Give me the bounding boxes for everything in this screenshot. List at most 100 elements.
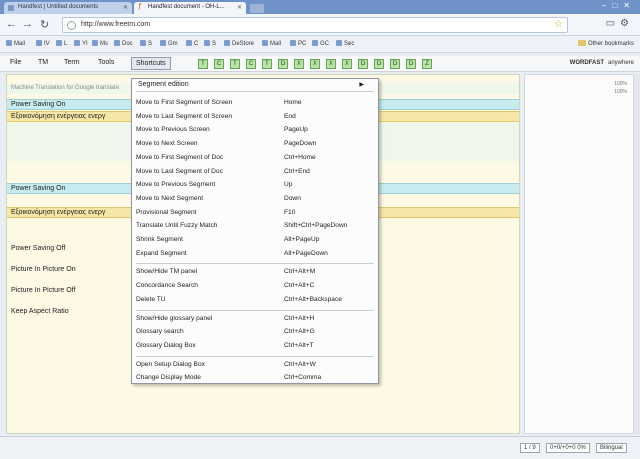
menu-item[interactable]: Move to Last Segment of Screen End	[132, 111, 378, 123]
browser-tab-1[interactable]: Handfest | Untitled documents ✕	[4, 2, 132, 14]
reload-icon[interactable]: ↻	[40, 18, 49, 31]
bookmark-item[interactable]: S	[204, 40, 216, 47]
bookmark-star-icon[interactable]: ☆	[554, 19, 563, 30]
menu-item-shortcut: F10	[284, 208, 296, 216]
bookmark-item[interactable]: PC	[290, 40, 306, 47]
bookmark-item[interactable]: Mall	[262, 40, 281, 47]
menu-item-label: Move to Next Segment	[136, 194, 204, 202]
menu-separator	[136, 355, 374, 357]
toolbar-button[interactable]: X	[294, 59, 304, 69]
bookmark-item[interactable]: Sec	[336, 40, 354, 47]
bookmark-item[interactable]: C	[186, 40, 198, 47]
bookmark-item[interactable]: Gm	[160, 40, 178, 47]
menu-item-shortcut: Up	[284, 181, 293, 189]
menu-item-label: Glossary Dialog Box	[136, 341, 196, 349]
url-input[interactable]: http://www.freetm.com ☆	[62, 17, 568, 33]
menu-item[interactable]: Show/Hide glossary panel Ctrl+Alt+H	[132, 313, 378, 325]
toolbar-button[interactable]: C	[214, 59, 224, 69]
app-menubar: File TM Term Tools Shortcuts T C T C T D…	[0, 56, 640, 72]
other-bookmarks-folder[interactable]: Other bookmarks	[578, 40, 634, 47]
page-icon	[8, 5, 14, 11]
toolbar-button[interactable]: D	[390, 59, 400, 69]
bookmark-item[interactable]: DeStore	[224, 40, 254, 47]
status-bar: 1 / 9 0+0/+0+0 0% Bilingual	[0, 436, 640, 459]
app-favicon-icon: ƒ	[138, 3, 142, 10]
back-icon[interactable]: ←	[6, 18, 17, 30]
new-tab-button[interactable]	[250, 4, 264, 13]
bookmark-item[interactable]: Ms	[92, 40, 108, 47]
menu-item[interactable]: Translate Until Fuzzy Match Shift+Ctrl+Pa…	[132, 220, 378, 232]
toolbar-button[interactable]: D	[406, 59, 416, 69]
toolbar-button[interactable]: D	[278, 59, 288, 69]
window-controls[interactable]: ‒□✕	[602, 1, 636, 10]
menu-item-label: Provisional Segment	[136, 208, 197, 216]
vertical-scrollbar[interactable]	[634, 74, 640, 434]
toolbar-button[interactable]: T	[230, 59, 240, 69]
toolbar-button[interactable]: T	[262, 59, 272, 69]
toolbar-button[interactable]: C	[246, 59, 256, 69]
close-tab-icon[interactable]: ✕	[123, 4, 128, 11]
menu-item-shortcut: End	[284, 112, 296, 120]
close-tab-icon[interactable]: ✕	[237, 4, 242, 11]
menu-item-shortcut: Down	[284, 194, 301, 202]
menu-item[interactable]: Move to First Segment of Doc Ctrl+Home	[132, 152, 378, 164]
toolbar-button[interactable]: T	[198, 59, 208, 69]
menu-item[interactable]: Move to First Segment of Screen Home	[132, 97, 378, 109]
toolbar-button[interactable]: D	[358, 59, 368, 69]
menu-file[interactable]: File	[10, 59, 21, 66]
tab-label: Handfest document - OH-L...	[148, 4, 225, 10]
toolbar-button[interactable]: Z	[422, 59, 432, 69]
menu-item[interactable]: Show/Hide TM panel Ctrl+Alt+M	[132, 266, 378, 278]
bookmark-item[interactable]: GC	[312, 40, 329, 47]
menu-item[interactable]: Glossary search Ctrl+Alt+G	[132, 326, 378, 338]
menu-item[interactable]: Glossary Dialog Box Ctrl+Alt+T	[132, 340, 378, 352]
toolbar-button[interactable]: D	[374, 59, 384, 69]
bookmark-item[interactable]: Mail	[6, 40, 25, 47]
menu-item[interactable]: Expand Segment Alt+PageDown	[132, 248, 378, 260]
menu-item[interactable]: Concordance Search Ctrl+Alt+C	[132, 280, 378, 292]
forward-icon[interactable]: →	[22, 18, 33, 30]
bookmark-item[interactable]: S	[140, 40, 152, 47]
menu-item[interactable]: Move to Next Segment Down	[132, 193, 378, 205]
segment-text[interactable]: Power Saving Off	[11, 245, 65, 252]
menu-item-label: Shrink Segment	[136, 236, 183, 243]
display-mode[interactable]: Bilingual	[596, 443, 627, 453]
menu-item[interactable]: Move to Previous Segment Up	[132, 179, 378, 191]
menu-item-label: Move to Previous Screen	[136, 126, 210, 134]
segment-text[interactable]: Keep Aspect Ratio	[11, 308, 69, 315]
menu-item[interactable]: Move to Last Segment of Doc Ctrl+End	[132, 166, 378, 178]
menu-tools[interactable]: Tools	[98, 59, 114, 66]
menu-item[interactable]: Open Setup Dialog Box Ctrl+Alt+W	[132, 359, 378, 371]
menu-item[interactable]: Change Display Mode Ctrl+Comma	[132, 372, 378, 384]
menu-term[interactable]: Term	[64, 59, 80, 66]
bookmark-item[interactable]: IV	[36, 40, 50, 47]
menu-separator	[136, 263, 374, 265]
menu-item[interactable]: Move to Previous Screen PageUp	[132, 124, 378, 136]
bookmarks-bar: Mail IV L YI Ms Doc S Gm C S DeStore Mal…	[0, 36, 640, 53]
bookmark-item[interactable]: L	[56, 40, 67, 47]
word-counts: 0+0/+0+0 0%	[546, 443, 590, 453]
menu-item[interactable]: Move to Next Screen PageDown	[132, 138, 378, 150]
browser-tab-2[interactable]: ƒ Handfest document - OH-L... ✕	[134, 2, 246, 14]
toolbar-button[interactable]: X	[342, 59, 352, 69]
browser-menu-icons[interactable]: ▭⚙	[606, 18, 634, 29]
menu-item[interactable]: Provisional Segment F10	[132, 207, 378, 219]
toolbar-button[interactable]: X	[310, 59, 320, 69]
menu-item-label: Delete TU	[136, 295, 166, 303]
menu-shortcuts[interactable]: Shortcuts	[131, 57, 171, 70]
menu-item-shortcut: Alt+PageUp	[284, 236, 320, 243]
menu-item-shortcut: Ctrl+Comma	[284, 374, 322, 382]
segment-text: Power Saving On	[11, 185, 66, 192]
segment-text[interactable]: Picture In Picture Off	[11, 287, 75, 294]
menu-item[interactable]: Shrink Segment Alt+PageUp	[132, 234, 378, 246]
app-user: anywhere	[607, 60, 634, 66]
toolbar-button[interactable]: X	[326, 59, 336, 69]
menu-item-label: Move to Last Segment of Screen	[136, 112, 233, 120]
menu-tm[interactable]: TM	[38, 59, 48, 66]
submenu-segment-edition[interactable]: Segment edition ▶	[136, 81, 374, 92]
segment-text[interactable]: Picture In Picture On	[11, 266, 76, 273]
menu-item[interactable]: Delete TU Ctrl+Alt+Backspace	[132, 294, 378, 306]
bookmark-item[interactable]: Doc	[114, 40, 133, 47]
segment-text: Εξοικονόμηση ενέργειας ενεργ	[11, 209, 106, 216]
bookmark-item[interactable]: YI	[74, 40, 88, 47]
